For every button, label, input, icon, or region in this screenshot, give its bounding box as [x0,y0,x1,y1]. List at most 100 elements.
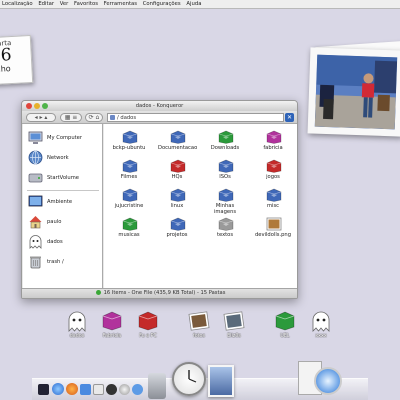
desktop-icon [28,195,43,207]
photo-icon [223,311,245,331]
menu-ajuda[interactable]: Ajuda [186,0,201,9]
firefox-icon[interactable] [66,383,78,395]
clock-icon[interactable] [172,362,206,396]
folder-icon [122,217,138,231]
minimize-window-icon[interactable] [34,103,40,109]
calendar-widget[interactable]: arta 6 lho [0,34,34,86]
window-toolbar: ◂ ▸ ▴ ▦ ≡ ⟳ ⌂ / dados ✕ [22,111,297,124]
menu-editar[interactable]: Editar [38,0,54,9]
app-store-icon[interactable] [80,384,91,395]
desktop-icon-label: Fabricia [102,334,122,339]
folder-icon [138,311,158,331]
konqueror-window: dados - Konqueror ◂ ▸ ▴ ▦ ≡ ⟳ ⌂ / dados … [21,100,298,299]
ghost-icon [68,311,86,332]
close-tab-icon[interactable]: ✕ [285,113,294,122]
desktop-icon-label: fotos [193,334,205,339]
folder-icon [122,159,138,173]
calendar-month: lho [0,64,11,74]
folder-icon [266,188,282,202]
desktop-icon-label: Fu e PC [139,334,157,339]
file-item[interactable]: devildolls.png [254,217,292,251]
menu-bar: Localização Editar Ver Favoritos Ferrame… [0,0,400,9]
sidebar-divider [27,190,99,191]
file-item[interactable]: projetos [158,217,196,251]
file-name: HQs [171,174,183,180]
photo-widget[interactable] [307,47,400,137]
folder-icon [266,130,282,144]
folder-icon [218,130,234,144]
zoom-window-icon[interactable] [42,103,48,109]
desktop-icon-4[interactable]: Eliz0s [219,310,249,346]
file-name: Filmes [120,174,138,180]
desktop-icon-label: dados [69,334,85,339]
browser-icon[interactable] [52,383,64,395]
sidebar-item-label: Network [47,155,69,161]
sidebar-item-label: StartVolume [47,175,79,181]
location-field[interactable]: / dados [107,113,284,122]
menu-configuracoes[interactable]: Configurações [143,0,181,9]
file-name: textos [216,232,234,238]
window-titlebar[interactable]: dados - Konqueror [22,101,297,111]
home-icon [29,216,42,229]
eagle-photo-icon[interactable] [208,365,234,397]
desktop-icon-label: Eliz0s [227,334,241,339]
sidebar-item-label: Ambiente [47,199,73,205]
desktop-icon-5[interactable]: UEL [270,310,300,346]
desktop-icon-1[interactable]: Fabricia [97,310,127,346]
desktop-icon-6[interactable]: xxxx [306,310,336,346]
status-bar: 16 Items - One File (435,9 KB Total) - 1… [22,288,297,298]
file-name: Downloads [210,145,240,151]
folder-icon [218,159,234,173]
folder-icon [170,217,186,231]
folder-icon [122,130,138,144]
moon-icon[interactable] [106,384,117,395]
disc-icon[interactable] [119,384,130,395]
file-name: Minhas imagens [213,203,237,215]
network-icon[interactable] [132,384,143,395]
back-forward-button[interactable]: ◂ ▸ ▴ [26,113,56,122]
location-text: / dados [117,115,137,121]
document-icon[interactable] [93,384,104,395]
menu-ver[interactable]: Ver [60,0,69,9]
ghost-icon [312,311,330,332]
calendar-day: 6 [0,45,13,66]
places-sidebar: My Computer Network StartVolume Ambiente… [23,124,103,290]
file-name: linux [170,203,184,209]
file-view: bckp-ubuntu Documentacao Downloads fabricia… [104,124,297,290]
globe-icon [28,150,43,165]
view-mode-button[interactable]: ▦ ≡ [60,113,82,122]
hard-drive-icon [28,173,43,183]
desktop-icon-2[interactable]: Fu e PC [133,310,163,346]
menu-localizacao[interactable]: Localização [2,0,33,9]
desktop-icon-label: xxxx [315,334,327,339]
file-name: misc [266,203,280,209]
file-item[interactable]: textos [206,217,244,251]
computer-icon [28,131,43,144]
desktop-icon-3[interactable]: fotos [184,310,214,346]
reload-button[interactable]: ⟳ ⌂ [85,113,103,122]
file-name: musicas [118,232,140,238]
folder-icon [170,159,186,173]
ghost-icon [29,235,42,249]
document-folder-icon [218,217,234,231]
file-name: bckp-ubuntu [112,145,146,151]
desktop-icon-0[interactable]: dados [62,310,92,346]
sidebar-item-label: paulo [47,219,62,225]
file-name: ISOs [219,174,231,180]
file-item[interactable]: musicas [110,217,148,251]
image-file-icon [266,217,282,231]
file-name: jogos [266,174,280,180]
status-text: 16 Items - One File (435,9 KB Total) - 1… [103,290,226,296]
folder-icon [170,188,186,202]
trash-dock-icon[interactable] [148,373,166,399]
menu-ferramentas[interactable]: Ferramentas [104,0,137,9]
menu-favoritos[interactable]: Favoritos [74,0,98,9]
close-window-icon[interactable] [26,103,32,109]
folder-icon [170,130,186,144]
photo-icon [188,311,210,331]
folder-icon [266,159,282,173]
file-name: fabricia [263,145,283,151]
terminal-icon[interactable] [38,384,49,395]
file-name: projetos [166,232,188,238]
safari-compass-icon[interactable] [314,367,342,395]
